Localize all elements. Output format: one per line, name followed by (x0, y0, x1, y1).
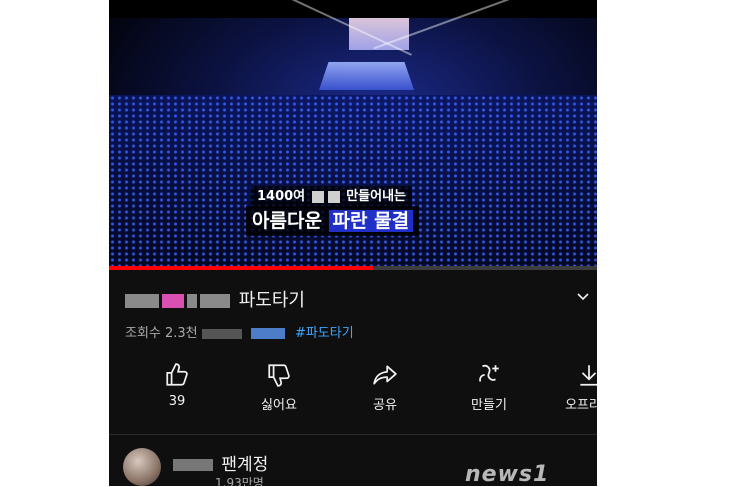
avatar[interactable] (123, 448, 161, 486)
crowd-lights (109, 95, 597, 266)
subscriber-count: 1.93만명 (215, 476, 264, 486)
caption-prefix: 아름다운 (252, 210, 322, 232)
download-icon (580, 365, 597, 386)
download-label: 오프라인 (565, 398, 597, 413)
censored-block (125, 294, 159, 308)
video-title-row[interactable]: 파도타기 (125, 288, 589, 316)
share-button[interactable]: 공유 (345, 362, 425, 413)
concert-stage (319, 62, 414, 90)
phone-screen: 1400여 만들어내는 아름다운 파란 물결 파도타기 조회수 2.3천 #파도… (109, 0, 597, 486)
remix-label: 만들기 (471, 398, 507, 413)
censored-block (250, 328, 285, 339)
divider (109, 434, 597, 435)
like-button[interactable]: 39 (137, 362, 217, 409)
caption-line-2: 아름다운 파란 물결 (246, 206, 420, 236)
censored-block (311, 190, 324, 203)
news1-watermark: news1 (465, 462, 550, 487)
view-count: 조회수 2.3천 (125, 326, 198, 341)
heart-emoji-icon (162, 294, 184, 308)
video-progress-bar[interactable] (109, 266, 597, 270)
channel-name-text: 팬계정 (221, 455, 269, 475)
thumbs-up-icon (166, 363, 188, 386)
download-button[interactable]: 오프라인 (549, 362, 597, 413)
censored-block (200, 294, 230, 308)
like-count: 39 (168, 394, 186, 409)
video-meta: 조회수 2.3천 #파도타기 (125, 322, 354, 341)
caption-line-1: 1400여 만들어내는 (251, 186, 413, 208)
chevron-down-icon[interactable] (576, 290, 590, 304)
thumbs-down-icon (268, 364, 290, 387)
censored-block (201, 328, 242, 339)
action-bar: 39 싫어요 공유 만들기 오프라인 (109, 362, 597, 422)
video-title: 파도타기 (125, 288, 305, 314)
dislike-label: 싫어요 (261, 398, 297, 413)
video-title-text: 파도타기 (238, 290, 305, 311)
video-player[interactable]: 1400여 만들어내는 아름다운 파란 물결 (109, 0, 597, 266)
share-label: 공유 (373, 398, 397, 413)
video-top-bar (109, 0, 597, 18)
progress-fill (109, 266, 373, 270)
dislike-button[interactable]: 싫어요 (239, 362, 319, 413)
caption-highlight: 파란 물결 (328, 210, 414, 232)
channel-name: 팬계정 (173, 450, 268, 475)
remix-icon (479, 364, 499, 382)
censored-block (173, 459, 213, 471)
hashtag-link[interactable]: #파도타기 (295, 326, 354, 341)
censored-block (327, 190, 340, 203)
caption-prefix: 1400여 (257, 189, 306, 204)
caption-suffix: 만들어내는 (346, 189, 407, 204)
share-icon (373, 365, 397, 385)
censored-block (187, 294, 197, 308)
remix-button[interactable]: 만들기 (449, 362, 529, 413)
